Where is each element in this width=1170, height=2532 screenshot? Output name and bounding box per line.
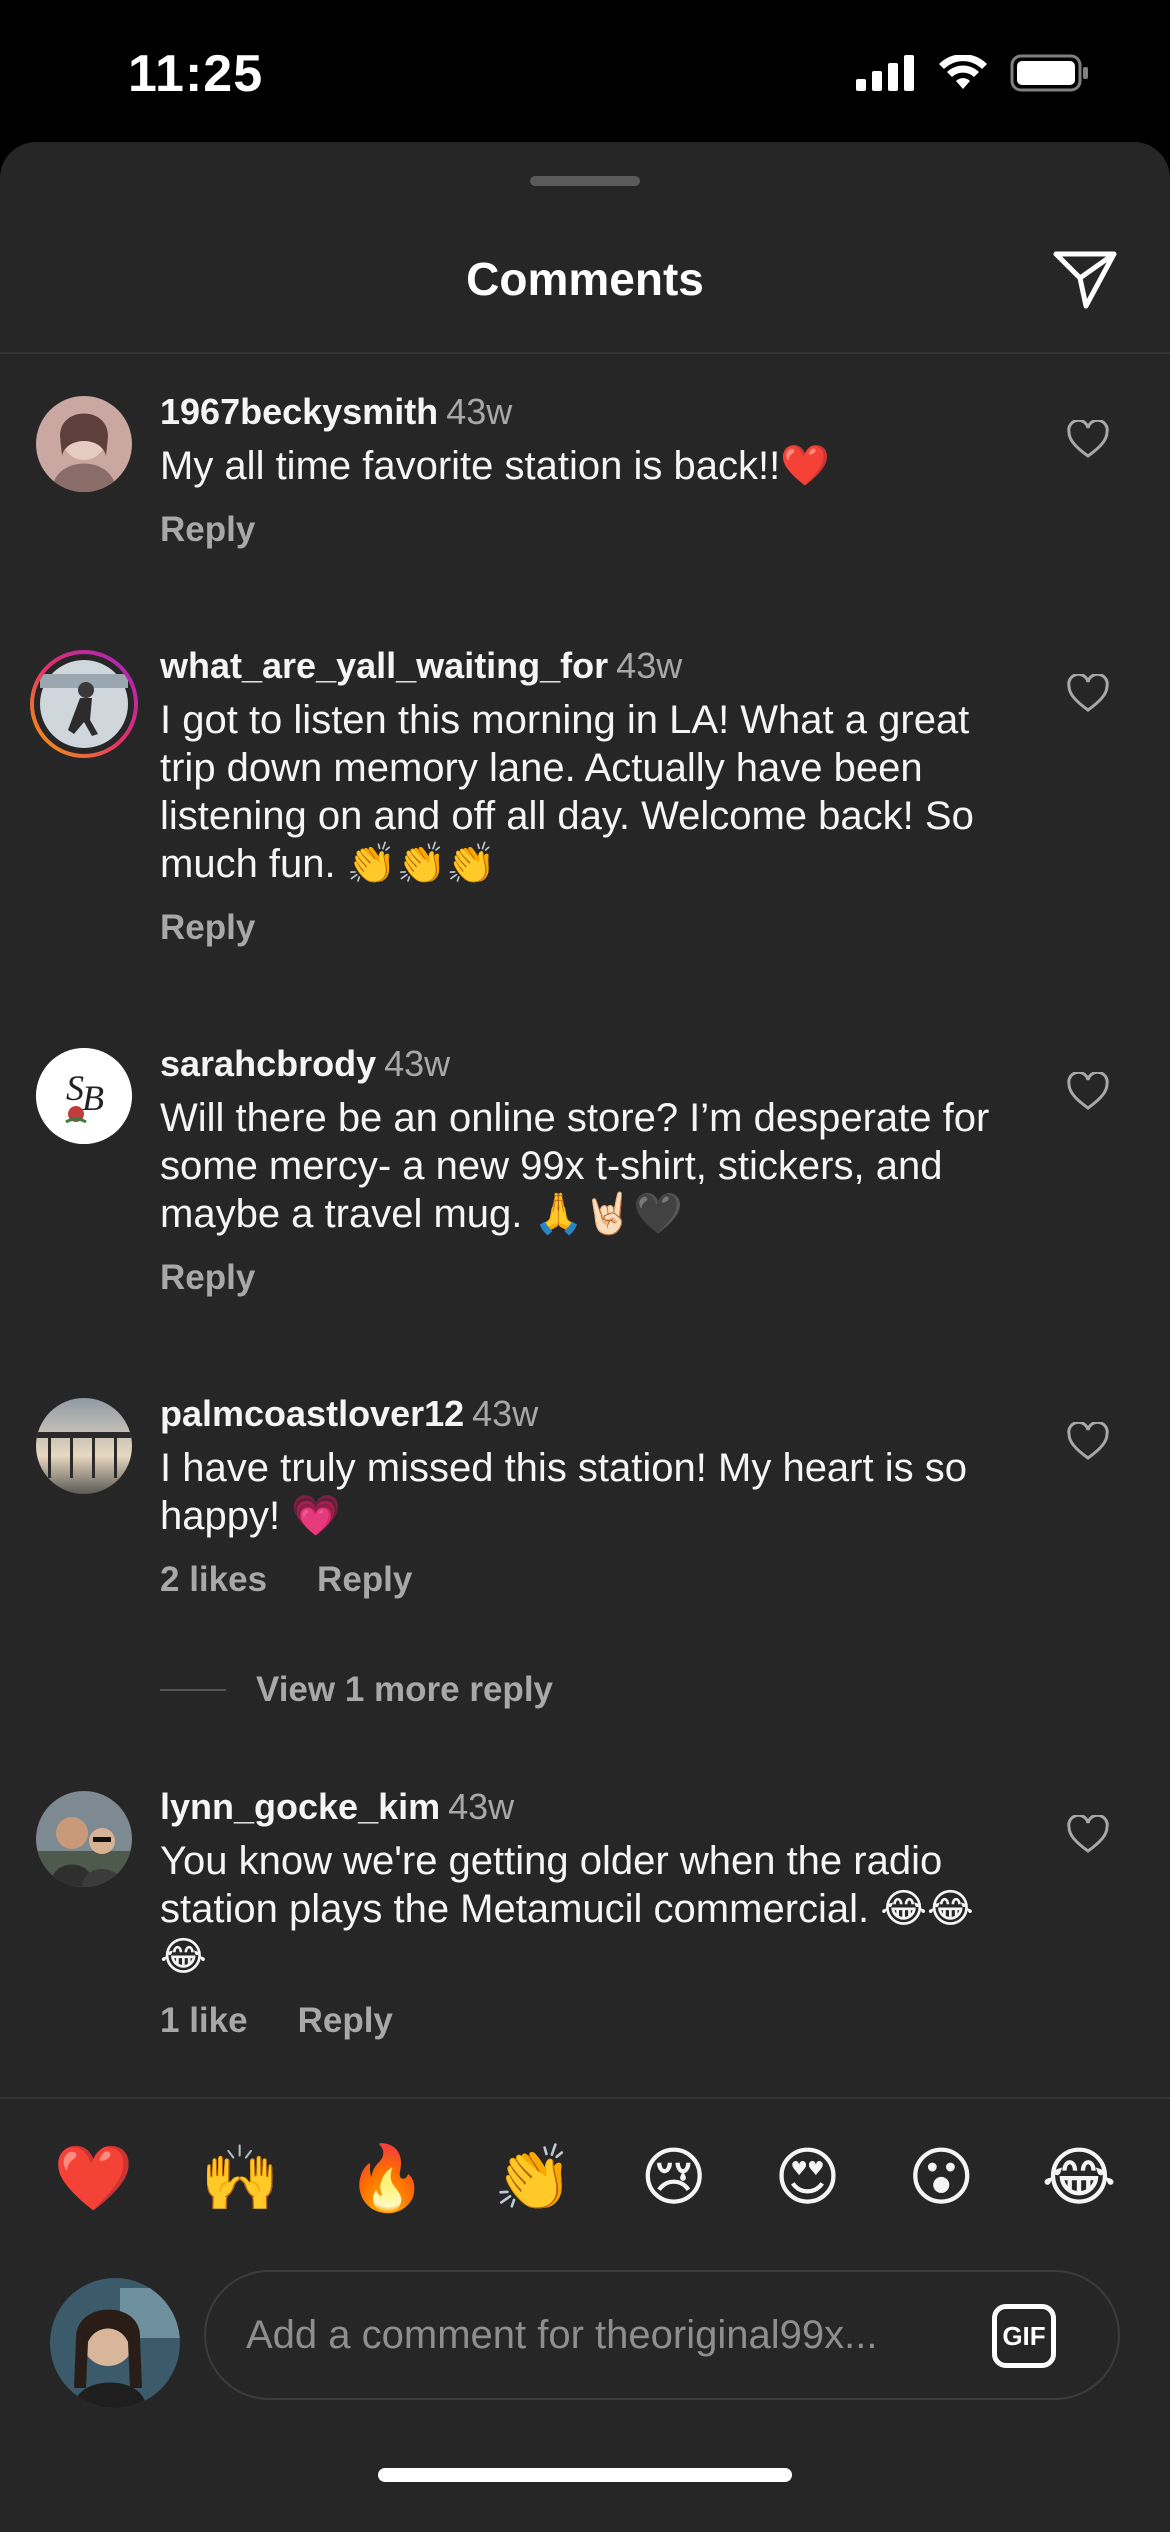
- comment-time: 43w: [448, 1786, 515, 1827]
- share-send-icon[interactable]: [1050, 244, 1120, 314]
- emoji-heart-eyes-button[interactable]: 😍: [774, 2141, 841, 2215]
- likes-count[interactable]: 1 like: [160, 2001, 248, 2041]
- status-time: 11:25: [128, 45, 264, 103]
- comments-sheet: Comments 1967beckysmith 43w My all time f…: [0, 142, 1170, 2532]
- comment-composer: GIF: [0, 2252, 1170, 2452]
- likes-count[interactable]: 2 likes: [160, 1560, 267, 1600]
- emoji-raised-hands-button[interactable]: 🙌: [200, 2141, 280, 2216]
- reply-button[interactable]: Reply: [160, 510, 255, 550]
- replies-divider-line: [160, 1689, 226, 1691]
- comment-time: 43w: [384, 1043, 451, 1084]
- svg-text:B: B: [82, 1078, 104, 1118]
- comment-username[interactable]: palmcoastlover12: [160, 1393, 464, 1434]
- comment-input[interactable]: [204, 2270, 1120, 2400]
- comment-meta: sarahcbrody 43w: [160, 1042, 1010, 1086]
- comment-actions: 2 likes Reply: [160, 1560, 1010, 1600]
- comment-actions: Reply: [160, 908, 1010, 948]
- comment-actions: Reply: [160, 1258, 1010, 1298]
- comment-time: 43w: [446, 391, 513, 432]
- comment-username[interactable]: lynn_gocke_kim: [160, 1786, 440, 1827]
- comment-actions: Reply: [160, 510, 1010, 550]
- status-bar: 11:25: [0, 0, 1170, 142]
- battery-icon: [1010, 54, 1088, 92]
- avatar[interactable]: [36, 1791, 132, 1887]
- comment-username[interactable]: 1967beckysmith: [160, 391, 438, 432]
- avatar[interactable]: [36, 1398, 132, 1494]
- cellular-signal-icon: [856, 55, 914, 91]
- current-user-avatar[interactable]: [50, 2278, 180, 2408]
- emoji-fire-button[interactable]: 🔥: [347, 2141, 427, 2216]
- comment-text: You know we're getting older when the ra…: [160, 1839, 974, 1979]
- emoji-laughing-button[interactable]: 😂: [1042, 2141, 1117, 2215]
- heart-icon[interactable]: [1066, 674, 1110, 714]
- avatar[interactable]: S B: [36, 1048, 132, 1144]
- reply-button[interactable]: Reply: [317, 1560, 412, 1600]
- comment-time: 43w: [616, 645, 683, 686]
- comment-body: palmcoastlover12 43w I have truly missed …: [160, 1392, 1010, 1600]
- comment-text: My all time favorite station is back!!❤️: [160, 444, 831, 488]
- comment-time: 43w: [472, 1393, 539, 1434]
- gif-button[interactable]: GIF: [992, 2304, 1056, 2368]
- comment-body: what_are_yall_waiting_for 43w I got to li…: [160, 644, 1010, 948]
- heart-icon[interactable]: [1066, 420, 1110, 460]
- reply-button[interactable]: Reply: [160, 908, 255, 948]
- wifi-icon: [939, 55, 987, 89]
- emoji-heart-button[interactable]: ❤️: [54, 2141, 134, 2216]
- view-more-replies-label: View 1 more reply: [256, 1670, 554, 1709]
- view-more-replies-button[interactable]: View 1 more reply: [160, 1670, 553, 1710]
- heart-icon[interactable]: [1066, 1422, 1110, 1462]
- emoji-clap-button[interactable]: 👏: [494, 2141, 574, 2216]
- comment-text: I got to listen this morning in LA! What…: [160, 698, 974, 886]
- status-icons: [856, 54, 1090, 92]
- comment-meta: 1967beckysmith 43w: [160, 390, 1010, 434]
- comment-meta: lynn_gocke_kim 43w: [160, 1785, 1010, 1829]
- comment-text: Will there be an online store? I’m despe…: [160, 1096, 990, 1236]
- comment-text: I have truly missed this station! My hea…: [160, 1446, 967, 1538]
- reply-button[interactable]: Reply: [160, 1258, 255, 1298]
- home-indicator[interactable]: [378, 2468, 792, 2482]
- sheet-grabber[interactable]: [530, 176, 640, 186]
- reply-button[interactable]: Reply: [298, 2001, 393, 2041]
- emoji-quick-bar: ❤️ 🙌 🔥 👏 😢 😍 😮 😂: [0, 2097, 1170, 2257]
- comment-body: lynn_gocke_kim 43w You know we're getting…: [160, 1785, 1010, 2041]
- sheet-header: Comments: [0, 212, 1170, 354]
- comment-username[interactable]: sarahcbrody: [160, 1043, 376, 1084]
- comment-body: sarahcbrody 43w Will there be an online s…: [160, 1042, 1010, 1298]
- sheet-title: Comments: [466, 253, 704, 305]
- comment-meta: what_are_yall_waiting_for 43w: [160, 644, 1010, 688]
- heart-icon[interactable]: [1066, 1072, 1110, 1112]
- avatar[interactable]: [36, 396, 132, 492]
- comment-username[interactable]: what_are_yall_waiting_for: [160, 645, 608, 686]
- comment-actions: 1 like Reply: [160, 2001, 1010, 2041]
- emoji-crying-button[interactable]: 😢: [640, 2141, 707, 2215]
- heart-icon[interactable]: [1066, 1815, 1110, 1855]
- avatar[interactable]: [30, 650, 138, 758]
- comment-body: 1967beckysmith 43w My all time favorite s…: [160, 390, 1010, 550]
- emoji-surprised-button[interactable]: 😮: [908, 2141, 975, 2215]
- comment-meta: palmcoastlover12 43w: [160, 1392, 1010, 1436]
